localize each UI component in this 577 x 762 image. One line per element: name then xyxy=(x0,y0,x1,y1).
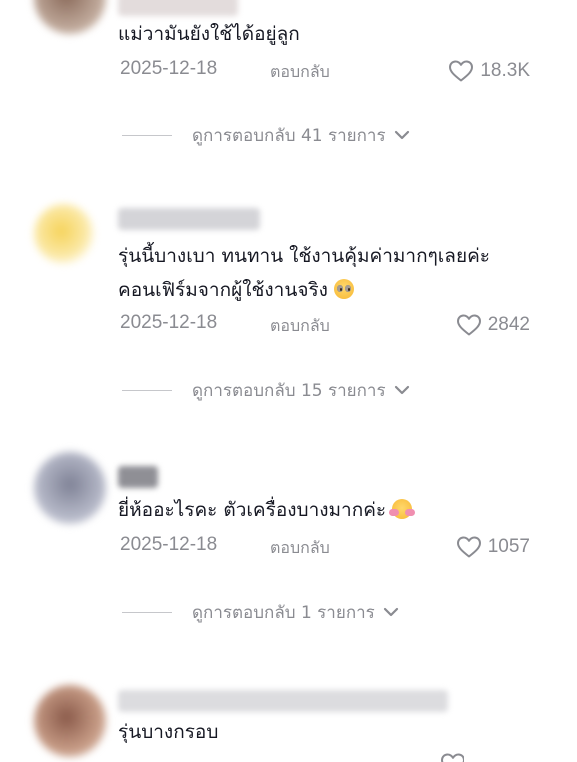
divider-line xyxy=(122,389,172,391)
like-count: 2842 xyxy=(487,314,530,335)
comment-date: 2025-12-18 xyxy=(120,58,218,79)
username-blurred[interactable] xyxy=(118,690,448,712)
avatar[interactable] xyxy=(34,452,106,524)
comment-meta: 2025-12-18 ตอบกลับ 18.3K xyxy=(118,56,530,86)
comment-text: ยี่ห้ออะไรคะ ตัวเครื่องบางมากค่ะ xyxy=(118,499,387,521)
comment-text-line: รุ่นนี้บางเบา ทนทาน ใช้งานคุ้มค่ามากๆเลย… xyxy=(118,245,490,267)
heart-outline-icon[interactable] xyxy=(456,535,482,559)
pleading-face-emoji-icon xyxy=(333,279,354,299)
divider-line xyxy=(122,134,172,136)
like-button[interactable]: 18.3K xyxy=(448,56,530,86)
like-button[interactable]: 1057 xyxy=(456,532,530,562)
view-replies-label: ดูการตอบกลับ 41 รายการ xyxy=(192,125,386,146)
chevron-down-icon xyxy=(394,384,410,396)
view-replies-label: ดูการตอบกลับ 15 รายการ xyxy=(192,380,386,401)
username-blurred[interactable] xyxy=(118,0,238,16)
comment-meta: 2025-12-18 ตอบกลับ 1057 xyxy=(118,532,530,562)
like-count: 1057 xyxy=(487,536,530,557)
comment-date: 2025-12-18 xyxy=(120,534,218,555)
avatar[interactable] xyxy=(34,0,106,34)
view-replies-button[interactable]: ดูการตอบกลับ 15 รายการ xyxy=(122,377,410,403)
smiling-face-with-hearts-emoji-icon xyxy=(389,499,416,519)
chevron-down-icon xyxy=(383,606,399,618)
divider-line xyxy=(122,611,172,613)
heart-outline-icon[interactable] xyxy=(448,59,474,83)
view-replies-button[interactable]: ดูการตอบกลับ 41 รายการ xyxy=(122,122,410,148)
comment-text-line: ยี่ห้ออะไรคะ ตัวเครื่องบางมากค่ะ xyxy=(118,494,416,526)
comment-text: รุ่นบางกรอบ xyxy=(118,721,219,743)
comment-text: คอนเฟิร์มจากผู้ใช้งานจริง xyxy=(118,279,328,301)
username-blurred[interactable] xyxy=(118,208,260,230)
reply-button[interactable]: ตอบกลับ xyxy=(270,536,330,561)
heart-outline-icon[interactable] xyxy=(456,313,482,337)
chevron-down-icon xyxy=(394,129,410,141)
view-replies-label: ดูการตอบกลับ 1 รายการ xyxy=(192,602,375,623)
username-blurred[interactable] xyxy=(118,466,158,488)
like-button[interactable]: 2842 xyxy=(456,310,530,340)
view-replies-button[interactable]: ดูการตอบกลับ 1 รายการ xyxy=(122,599,399,625)
reply-button[interactable]: ตอบกลับ xyxy=(270,60,330,85)
avatar[interactable] xyxy=(34,685,106,757)
heart-outline-icon[interactable] xyxy=(440,752,464,762)
comment-text-line: คอนเฟิร์มจากผู้ใช้งานจริง xyxy=(118,274,354,306)
like-count: 18.3K xyxy=(480,60,530,81)
avatar[interactable] xyxy=(34,204,94,264)
comment-meta: 2025-12-18 ตอบกลับ 2842 xyxy=(118,310,530,340)
reply-button[interactable]: ตอบกลับ xyxy=(270,314,330,339)
comment-text: แม่วามันยังใช้ได้อยู่ลูก xyxy=(118,23,300,45)
comment-date: 2025-12-18 xyxy=(120,312,218,333)
